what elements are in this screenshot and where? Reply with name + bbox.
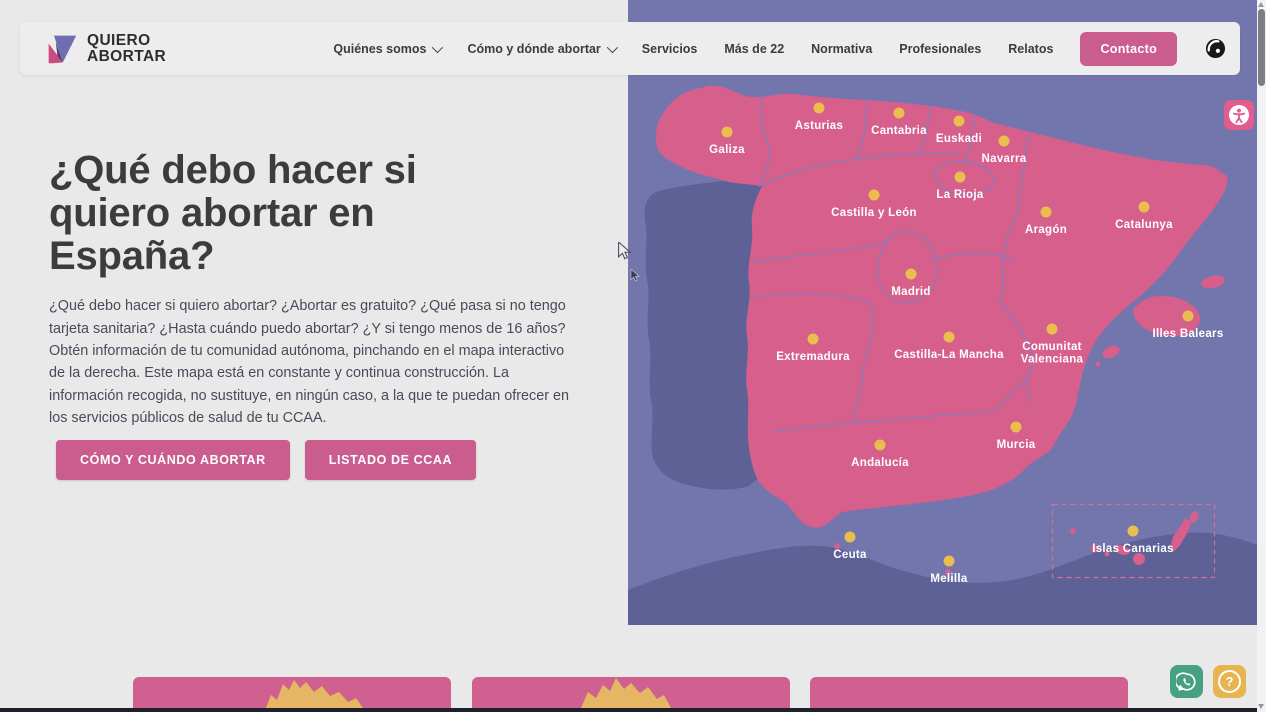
whatsapp-icon xyxy=(1176,671,1198,693)
nav-label: Relatos xyxy=(1008,42,1053,56)
brand-logo[interactable]: QUIERO ABORTAR xyxy=(46,33,166,65)
map-region-label: La Rioja xyxy=(936,189,983,201)
brand-logo-text: QUIERO ABORTAR xyxy=(87,33,166,65)
nav-label: Quiénes somos xyxy=(333,42,426,56)
map-region-label: Castilla-La Mancha xyxy=(894,349,1004,361)
map-region-label: Navarra xyxy=(982,153,1027,165)
map-region-label: Castilla y León xyxy=(831,207,917,219)
map-region-label: Ceuta xyxy=(833,549,867,561)
quiero-abortar-logo-icon xyxy=(46,33,78,65)
globe-icon xyxy=(1205,38,1226,59)
page-title: ¿Qué debo hacer si quiero abortar en Esp… xyxy=(49,149,509,279)
map-region-label: Illes Balears xyxy=(1152,328,1223,340)
region-silhouette-yellow xyxy=(472,677,790,708)
nav-label: Servicios xyxy=(642,42,698,56)
nav-label: Cómo y dónde abortar xyxy=(467,42,600,56)
hero-buttons-row: CÓMO Y CUÁNDO ABORTAR LISTADO DE CCAA xyxy=(56,440,476,480)
map-region-label: Andalucía xyxy=(851,457,909,469)
nav-item-quienes-somos[interactable]: Quiénes somos xyxy=(333,42,440,56)
whatsapp-button[interactable] xyxy=(1170,665,1203,698)
region-silhouette-yellow xyxy=(133,677,451,708)
map-region-label: Extremadura xyxy=(776,351,850,363)
nav-label: Normativa xyxy=(811,42,872,56)
nav-item-como-y-donde-abortar[interactable]: Cómo y dónde abortar xyxy=(467,42,614,56)
map-portugal-silhouette xyxy=(644,181,762,490)
scrollbar-thumb[interactable] xyxy=(1258,9,1265,86)
accessibility-button[interactable] xyxy=(1224,100,1254,130)
nav-item-profesionales[interactable]: Profesionales xyxy=(899,42,981,56)
map-region-label: Valenciana xyxy=(1021,354,1084,366)
chevron-down-icon xyxy=(607,41,618,52)
map-region-label: Madrid xyxy=(891,286,931,298)
map-region-label: Aragón xyxy=(1025,224,1067,236)
nav-item-mas-de-22[interactable]: Más de 22 xyxy=(724,42,784,56)
map-region-label: Cantabria xyxy=(871,125,927,137)
nav-label: Más de 22 xyxy=(724,42,784,56)
main-navigation: Quiénes somos Cómo y dónde abortar Servi… xyxy=(333,32,1226,66)
region-card-2[interactable] xyxy=(472,677,790,708)
accessibility-icon xyxy=(1227,103,1251,127)
nav-item-servicios[interactable]: Servicios xyxy=(642,42,698,56)
spain-map: Galiza Asturias Cantabria EuskadiNavarra La … xyxy=(628,0,1257,625)
bottom-dark-strip xyxy=(0,708,1266,712)
map-region-label: Islas Canarias xyxy=(1092,543,1174,555)
map-region-label: Melilla xyxy=(930,573,968,585)
nav-item-normativa[interactable]: Normativa xyxy=(811,42,872,56)
help-button[interactable]: ? xyxy=(1213,665,1246,698)
map-region-label: Galiza xyxy=(709,144,745,156)
region-card-1[interactable] xyxy=(133,677,451,708)
hero-description: ¿Qué debo hacer si quiero abortar? ¿Abor… xyxy=(49,295,583,429)
como-y-cuando-abortar-button[interactable]: CÓMO Y CUÁNDO ABORTAR xyxy=(56,440,290,480)
header-navbar: QUIERO ABORTAR Quiénes somos Cómo y dónd… xyxy=(20,22,1240,75)
nav-label: Profesionales xyxy=(899,42,981,56)
map-region-label: Comunitat xyxy=(1022,341,1082,353)
map-region-label: Catalunya xyxy=(1115,219,1173,231)
browser-scrollbar[interactable] xyxy=(1257,0,1266,712)
nav-item-relatos[interactable]: Relatos xyxy=(1008,42,1053,56)
map-panel: Galiza Asturias Cantabria EuskadiNavarra La … xyxy=(628,0,1257,625)
chevron-down-icon xyxy=(432,41,443,52)
region-card-3[interactable] xyxy=(810,677,1128,708)
brand-line1: QUIERO xyxy=(87,33,166,49)
listado-de-ccaa-button[interactable]: LISTADO DE CCAA xyxy=(305,440,476,480)
map-region-label: Euskadi xyxy=(936,133,982,145)
brand-line2: ABORTAR xyxy=(87,49,166,65)
scrollbar-down-arrow[interactable] xyxy=(1258,704,1264,709)
question-icon: ? xyxy=(1218,670,1241,693)
language-button[interactable] xyxy=(1204,38,1226,60)
contact-button[interactable]: Contacto xyxy=(1080,32,1177,66)
map-region-label: Murcia xyxy=(997,439,1036,451)
map-region-label: Asturias xyxy=(795,120,843,132)
scrollbar-up-arrow[interactable] xyxy=(1258,2,1264,7)
page-root: { "header": { "logo": { "line1": "QUIERO… xyxy=(0,0,1266,712)
